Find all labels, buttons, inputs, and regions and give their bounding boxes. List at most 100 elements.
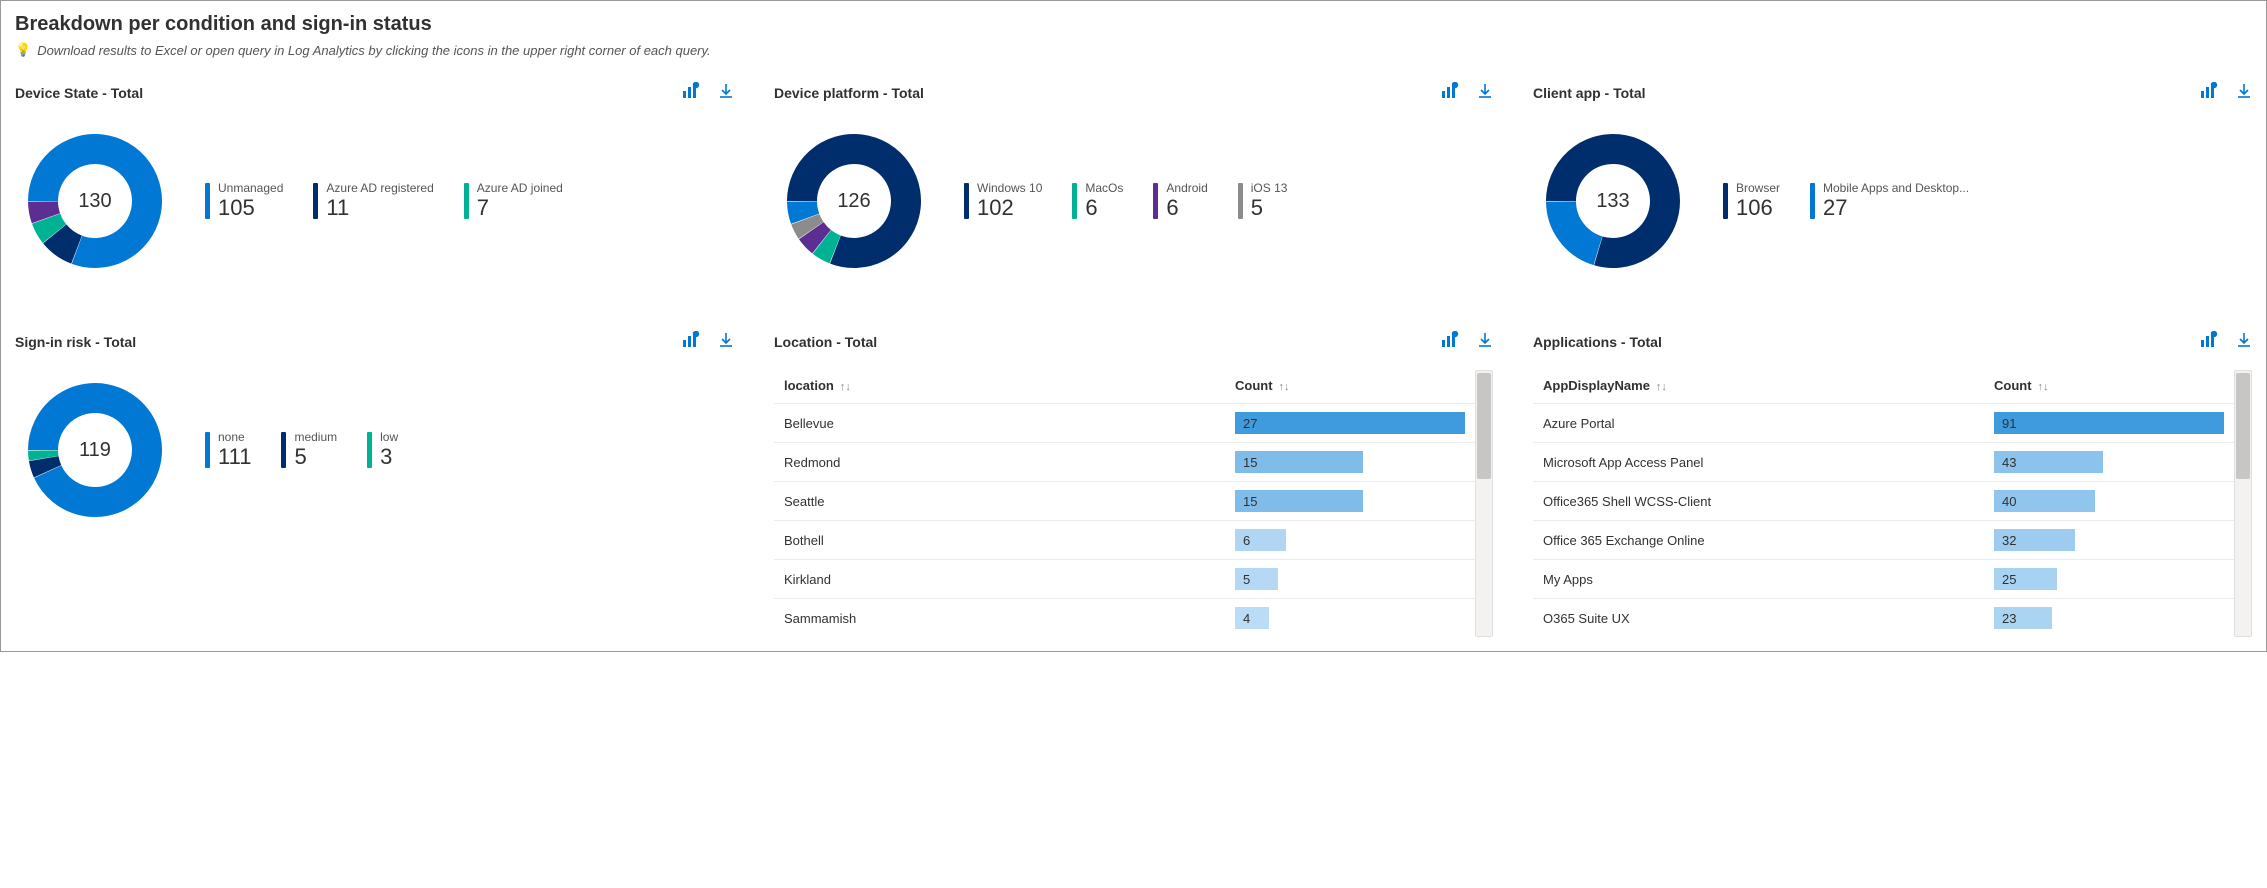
legend-item: Browser 106 — [1723, 181, 1780, 222]
legend-value: 11 — [326, 195, 433, 221]
count-bar — [1235, 412, 1465, 434]
table-row[interactable]: Bellevue 27 — [774, 403, 1475, 442]
sort-icon[interactable]: ↑↓ — [2038, 381, 2049, 393]
donut-total: 119 — [25, 380, 165, 520]
panel-device-platform: Device platform - Total 126 Windows 10 1… — [774, 82, 1493, 301]
count-value: 5 — [1235, 572, 1250, 587]
legend-label: Browser — [1736, 181, 1780, 195]
legend-item: Mobile Apps and Desktop... 27 — [1810, 181, 1969, 222]
panel-signin-risk: Sign-in risk - Total 119 none 111 medium… — [15, 331, 734, 637]
legend-label: Android — [1166, 181, 1207, 195]
donut-device-state: 130 — [25, 131, 165, 271]
tip-row: 💡 Download results to Excel or open quer… — [15, 42, 2252, 58]
donut-total: 133 — [1543, 131, 1683, 271]
page-title: Breakdown per condition and sign-in stat… — [15, 13, 2252, 36]
table-row[interactable]: Office 365 Exchange Online 32 — [1533, 520, 2234, 559]
log-analytics-icon[interactable] — [1441, 82, 1459, 103]
legend: Unmanaged 105 Azure AD registered 11 Azu… — [205, 181, 563, 222]
legend-color-bar — [1723, 183, 1728, 219]
panel-title: Applications - Total — [1533, 334, 1662, 350]
count-value: 23 — [1994, 611, 2016, 626]
row-label: Office365 Shell WCSS-Client — [1543, 494, 1994, 509]
panel-title: Sign-in risk - Total — [15, 334, 136, 350]
count-cell: 32 — [1994, 529, 2224, 551]
count-cell: 25 — [1994, 568, 2224, 590]
download-icon[interactable] — [2236, 332, 2252, 351]
count-cell: 40 — [1994, 490, 2224, 512]
log-analytics-icon[interactable] — [682, 331, 700, 352]
count-value: 40 — [1994, 494, 2016, 509]
count-value: 15 — [1235, 455, 1257, 470]
legend-item: low 3 — [367, 430, 398, 471]
legend-value: 27 — [1823, 195, 1969, 221]
table-row[interactable]: Sammamish 4 — [774, 598, 1475, 637]
scrollbar-thumb[interactable] — [2236, 373, 2250, 479]
table-row[interactable]: Redmond 15 — [774, 442, 1475, 481]
col-header-count[interactable]: Count↑↓ — [1235, 378, 1465, 393]
legend-item: medium 5 — [281, 430, 337, 471]
download-icon[interactable] — [2236, 83, 2252, 102]
col-header-label[interactable]: AppDisplayName↑↓ — [1543, 378, 1994, 393]
count-value: 27 — [1235, 416, 1257, 431]
download-icon[interactable] — [1477, 83, 1493, 102]
row-label: Bellevue — [784, 416, 1235, 431]
count-cell: 5 — [1235, 568, 1465, 590]
count-bar — [1994, 412, 2224, 434]
count-value: 43 — [1994, 455, 2016, 470]
col-header-label[interactable]: location↑↓ — [784, 378, 1235, 393]
row-label: My Apps — [1543, 572, 1994, 587]
row-label: Azure Portal — [1543, 416, 1994, 431]
scrollbar-thumb[interactable] — [1477, 373, 1491, 479]
scrollbar[interactable] — [2234, 370, 2252, 637]
download-icon[interactable] — [1477, 332, 1493, 351]
log-analytics-icon[interactable] — [1441, 331, 1459, 352]
legend-item: iOS 13 5 — [1238, 181, 1288, 222]
count-value: 6 — [1235, 533, 1250, 548]
legend-value: 105 — [218, 195, 283, 221]
count-cell: 15 — [1235, 451, 1465, 473]
legend-item: Unmanaged 105 — [205, 181, 283, 222]
legend-value: 106 — [1736, 195, 1780, 221]
table-row[interactable]: Seattle 15 — [774, 481, 1475, 520]
panel-title: Device platform - Total — [774, 85, 924, 101]
download-icon[interactable] — [718, 83, 734, 102]
table-row[interactable]: My Apps 25 — [1533, 559, 2234, 598]
legend-color-bar — [205, 432, 210, 468]
panel-client-app: Client app - Total 133 Browser 106 Mobil… — [1533, 82, 2252, 301]
scrollbar[interactable] — [1475, 370, 1493, 637]
panel-applications: Applications - Total AppDisplayName↑↓ Co… — [1533, 331, 2252, 637]
table-row[interactable]: Microsoft App Access Panel 43 — [1533, 442, 2234, 481]
legend-value: 5 — [294, 444, 337, 470]
table-row[interactable]: Office365 Shell WCSS-Client 40 — [1533, 481, 2234, 520]
sort-icon[interactable]: ↑↓ — [1279, 381, 1290, 393]
legend-value: 111 — [218, 444, 251, 470]
row-label: O365 Suite UX — [1543, 611, 1994, 626]
row-label: Microsoft App Access Panel — [1543, 455, 1994, 470]
row-label: Sammamish — [784, 611, 1235, 626]
legend-value: 7 — [477, 195, 563, 221]
donut-device-platform: 126 — [784, 131, 924, 271]
log-analytics-icon[interactable] — [682, 82, 700, 103]
table-row[interactable]: Bothell 6 — [774, 520, 1475, 559]
count-cell: 15 — [1235, 490, 1465, 512]
legend-label: Azure AD joined — [477, 181, 563, 195]
download-icon[interactable] — [718, 332, 734, 351]
row-label: Office 365 Exchange Online — [1543, 533, 1994, 548]
legend-color-bar — [464, 183, 469, 219]
legend-color-bar — [1072, 183, 1077, 219]
sort-icon[interactable]: ↑↓ — [1656, 381, 1667, 393]
legend-value: 6 — [1166, 195, 1207, 221]
legend-label: Windows 10 — [977, 181, 1042, 195]
legend-color-bar — [367, 432, 372, 468]
col-header-count[interactable]: Count↑↓ — [1994, 378, 2224, 393]
legend-label: MacOs — [1085, 181, 1123, 195]
table-row[interactable]: O365 Suite UX 23 — [1533, 598, 2234, 637]
sort-icon[interactable]: ↑↓ — [840, 381, 851, 393]
table-row[interactable]: Azure Portal 91 — [1533, 403, 2234, 442]
log-analytics-icon[interactable] — [2200, 331, 2218, 352]
count-cell: 23 — [1994, 607, 2224, 629]
count-value: 4 — [1235, 611, 1250, 626]
legend-color-bar — [313, 183, 318, 219]
table-row[interactable]: Kirkland 5 — [774, 559, 1475, 598]
log-analytics-icon[interactable] — [2200, 82, 2218, 103]
